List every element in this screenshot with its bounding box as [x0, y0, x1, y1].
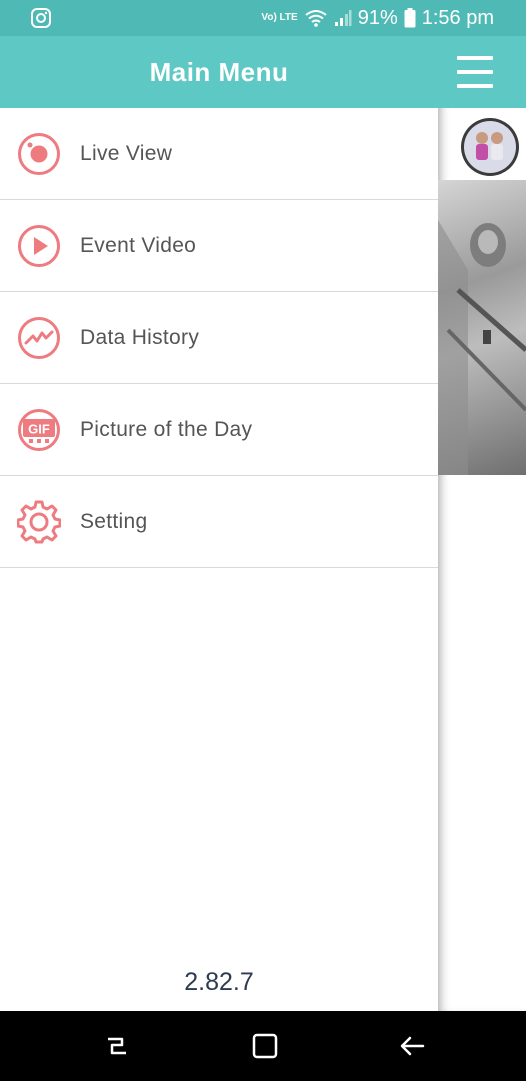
menu-item-setting[interactable]: Setting [0, 476, 438, 568]
menu-item-label: Event Video [80, 233, 197, 257]
status-indicators: Vo) LTE 91% 1:56 pm [261, 0, 494, 36]
chart-icon [18, 317, 60, 359]
back-icon[interactable] [395, 1029, 429, 1063]
camera-feed-image[interactable] [438, 180, 526, 475]
volte-icon: Vo) LTE [261, 12, 298, 23]
battery-percent: 91% [357, 6, 398, 29]
clock: 1:56 pm [421, 6, 494, 29]
menu-item-data-history[interactable]: Data History [0, 292, 438, 384]
system-nav-bar [0, 1011, 526, 1081]
app-version: 2.82.7 [184, 968, 254, 996]
home-icon[interactable] [248, 1029, 282, 1063]
navigation-drawer: Main Menu Live View Event Video Data His… [0, 36, 438, 1011]
live-view-icon [18, 133, 60, 175]
instagram-icon [31, 8, 51, 28]
menu-item-label: Data History [80, 325, 200, 349]
signal-icon [334, 10, 352, 26]
recent-apps-icon[interactable] [100, 1029, 134, 1063]
menu-item-event-video[interactable]: Event Video [0, 200, 438, 292]
main-header [438, 36, 526, 108]
menu-item-label: Setting [80, 509, 148, 533]
menu-item-label: Live View [80, 141, 173, 165]
drawer-header: Main Menu [0, 36, 438, 108]
gif-icon: GIF [18, 409, 60, 451]
status-bar: Vo) LTE 91% 1:56 pm [0, 0, 526, 36]
gif-text: GIF [28, 422, 50, 437]
gear-icon [17, 500, 61, 544]
drawer-title: Main Menu [149, 56, 289, 87]
hamburger-menu-icon[interactable] [457, 56, 493, 88]
menu-item-picture-of-the-day[interactable]: GIF Picture of the Day [0, 384, 438, 476]
avatar[interactable] [461, 118, 519, 176]
play-icon [18, 225, 60, 267]
battery-icon [404, 8, 416, 28]
wifi-icon [305, 10, 327, 27]
menu-item-live-view[interactable]: Live View [0, 108, 438, 200]
main-screen-peek [438, 36, 526, 1011]
menu-item-label: Picture of the Day [80, 417, 253, 441]
